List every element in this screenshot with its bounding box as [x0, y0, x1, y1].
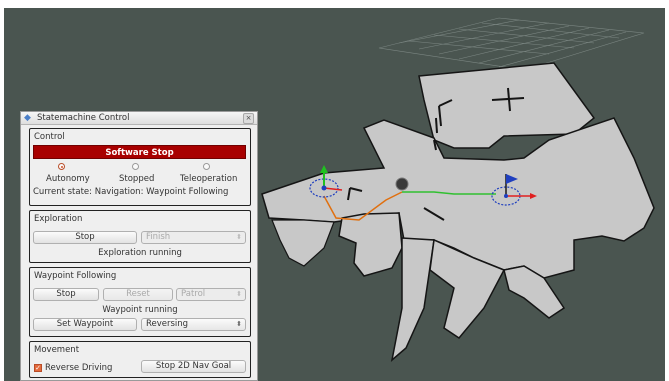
exploration-finish-select[interactable]: Finish ⬍ [141, 231, 246, 244]
statemachine-control-window: ◆ Statemachine Control × Control Softwar… [20, 111, 258, 381]
waypoint-status: Waypoint running [102, 305, 178, 315]
control-group: Control Software Stop Autonomy Stopped T… [29, 128, 251, 206]
window-titlebar[interactable]: ◆ Statemachine Control × [21, 112, 257, 125]
waypoint-patrol-select[interactable]: Patrol ⬍ [176, 288, 246, 301]
waypoint-patrol-value: Patrol [181, 289, 206, 299]
waypoint-reset-button[interactable]: Reset [103, 288, 173, 301]
waypoint-group: Waypoint Following Stop Reset Patrol ⬍ W… [29, 267, 251, 337]
exploration-finish-value: Finish [146, 232, 171, 242]
map-lower-far-left [271, 219, 335, 267]
diamond-icon: ◆ [24, 113, 31, 123]
robot-body [395, 177, 409, 191]
window-title: Statemachine Control [37, 113, 130, 123]
ground-grid [378, 17, 645, 71]
set-waypoint-button[interactable]: Set Waypoint [33, 318, 137, 331]
waypoint-stop-button[interactable]: Stop [33, 288, 99, 301]
radio-autonomy[interactable] [58, 163, 65, 170]
radio-stopped-label: Stopped [119, 174, 155, 184]
occupancy-map [261, 62, 655, 362]
exploration-group-title: Exploration [34, 214, 83, 224]
waypoint-group-title: Waypoint Following [34, 271, 117, 281]
reverse-driving-label: Reverse Driving [45, 363, 113, 373]
control-group-title: Control [34, 132, 65, 142]
map-lower-left [338, 212, 403, 277]
movement-group: Movement ✓ Reverse Driving Stop 2D Nav G… [29, 341, 251, 378]
current-state-text: Current state: Navigation: Waypoint Foll… [33, 187, 229, 197]
chevron-updown-icon: ⬍ [236, 320, 242, 328]
stop-2d-nav-goal-button[interactable]: Stop 2D Nav Goal [141, 360, 246, 373]
radio-stopped[interactable] [132, 163, 139, 170]
close-icon[interactable]: × [243, 113, 254, 124]
software-stop-button[interactable]: Software Stop [33, 145, 246, 159]
chevron-updown-icon: ⬍ [236, 233, 242, 241]
reverse-driving-checkbox[interactable]: ✓ [34, 364, 42, 372]
radio-autonomy-label: Autonomy [46, 174, 90, 184]
chevron-updown-icon: ⬍ [236, 290, 242, 298]
exploration-group: Exploration Stop Finish ⬍ Exploration ru… [29, 210, 251, 263]
waypoint-mode-select[interactable]: Reversing ⬍ [141, 318, 246, 331]
waypoint-mode-value: Reversing [146, 319, 189, 329]
exploration-stop-button[interactable]: Stop [33, 231, 137, 244]
radio-teleoperation[interactable] [203, 163, 210, 170]
exploration-status: Exploration running [98, 248, 182, 258]
radio-teleoperation-label: Teleoperation [180, 174, 238, 184]
movement-group-title: Movement [34, 345, 80, 355]
